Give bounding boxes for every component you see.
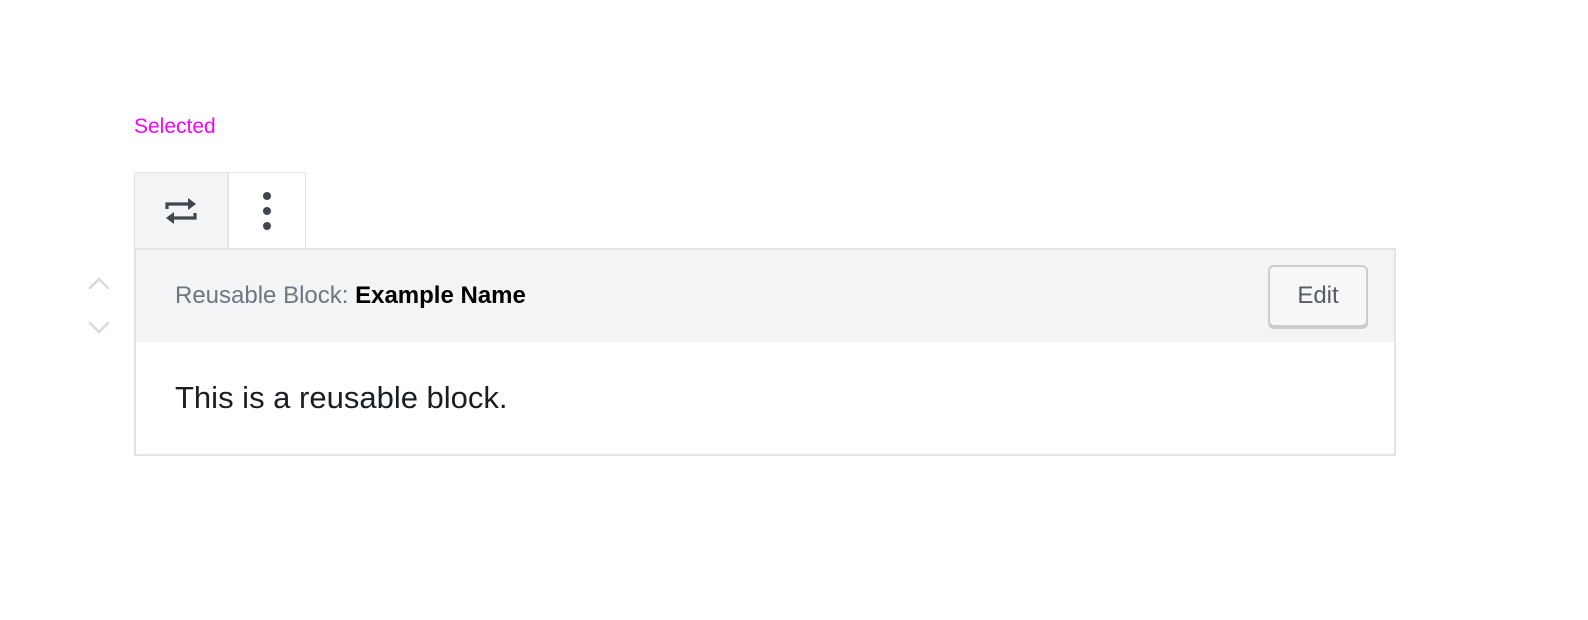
move-up-button[interactable] xyxy=(84,268,114,298)
block-mover xyxy=(84,264,114,344)
block-toolbar xyxy=(134,172,306,249)
reusable-block-name: Example Name xyxy=(355,282,526,309)
reusable-block-header: Reusable Block: Example Name Edit xyxy=(136,250,1394,342)
move-down-button[interactable] xyxy=(84,313,114,343)
repeat-arrows-icon xyxy=(165,198,197,224)
chevron-up-icon xyxy=(88,277,110,290)
chevron-down-icon xyxy=(88,321,110,334)
state-label: Selected xyxy=(134,115,216,138)
reusable-block-content[interactable]: This is a reusable block. xyxy=(136,342,1394,416)
reusable-block-label: Reusable Block: xyxy=(175,282,356,309)
more-options-button[interactable] xyxy=(229,173,305,249)
edit-button[interactable]: Edit xyxy=(1268,265,1368,327)
reusable-block-title: Reusable Block: Example Name xyxy=(175,282,526,310)
vertical-ellipsis-icon xyxy=(263,192,271,230)
reusable-block[interactable]: Reusable Block: Example Name Edit This i… xyxy=(134,248,1396,456)
block-switcher-button[interactable] xyxy=(135,173,229,249)
